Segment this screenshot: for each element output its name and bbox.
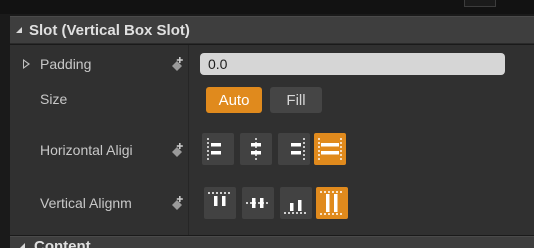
padding-input[interactable]: 0.0 [200, 53, 505, 75]
reset-to-default-icon[interactable] [170, 57, 184, 71]
horizontal-alignment-row: Horizontal Aligi [10, 125, 534, 175]
fill-horizontal-button[interactable] [314, 133, 346, 165]
vertical-alignment-label: Vertical Alignm [40, 195, 132, 211]
align-bottom-button[interactable] [280, 187, 312, 219]
expand-arrow-icon[interactable] [23, 59, 30, 69]
align-center-vertical-icon [246, 198, 270, 208]
fill-horizontal-icon [318, 138, 342, 160]
slot-category-header[interactable]: Slot (Vertical Box Slot) [10, 16, 534, 44]
reset-to-default-icon[interactable] [170, 143, 184, 157]
align-left-button[interactable] [202, 133, 234, 165]
horizontal-alignment-label: Horizontal Aligi [40, 142, 133, 158]
size-row: Size Auto Fill [10, 83, 534, 115]
align-left-icon [207, 138, 221, 160]
category-title: Slot (Vertical Box Slot) [29, 21, 190, 39]
reset-to-default-icon[interactable] [170, 196, 184, 210]
content-category-header[interactable]: Content [10, 236, 534, 248]
padding-label: Padding [40, 56, 92, 72]
size-fill-button[interactable]: Fill [270, 87, 322, 113]
collapse-triangle-icon [20, 243, 25, 248]
align-right-icon [291, 138, 305, 160]
top-strip [0, 0, 534, 14]
align-top-icon [208, 192, 232, 206]
align-bottom-icon [284, 200, 308, 214]
collapse-triangle-icon [16, 27, 22, 33]
fill-vertical-button[interactable] [316, 187, 348, 219]
fill-vertical-icon [320, 191, 344, 215]
align-center-horizontal-icon [251, 138, 261, 160]
vertical-alignment-row: Vertical Alignm [10, 181, 534, 225]
align-right-button[interactable] [278, 133, 310, 165]
slot-properties-panel: Padding 0.0 Size Auto Fill Horizontal Al… [10, 45, 534, 235]
size-auto-button[interactable]: Auto [206, 87, 262, 113]
align-center-vertical-button[interactable] [242, 187, 274, 219]
padding-row: Padding 0.0 [10, 45, 534, 83]
size-label: Size [40, 91, 68, 107]
align-center-horizontal-button[interactable] [240, 133, 272, 165]
tab-edge [464, 0, 496, 7]
align-top-button[interactable] [204, 187, 236, 219]
